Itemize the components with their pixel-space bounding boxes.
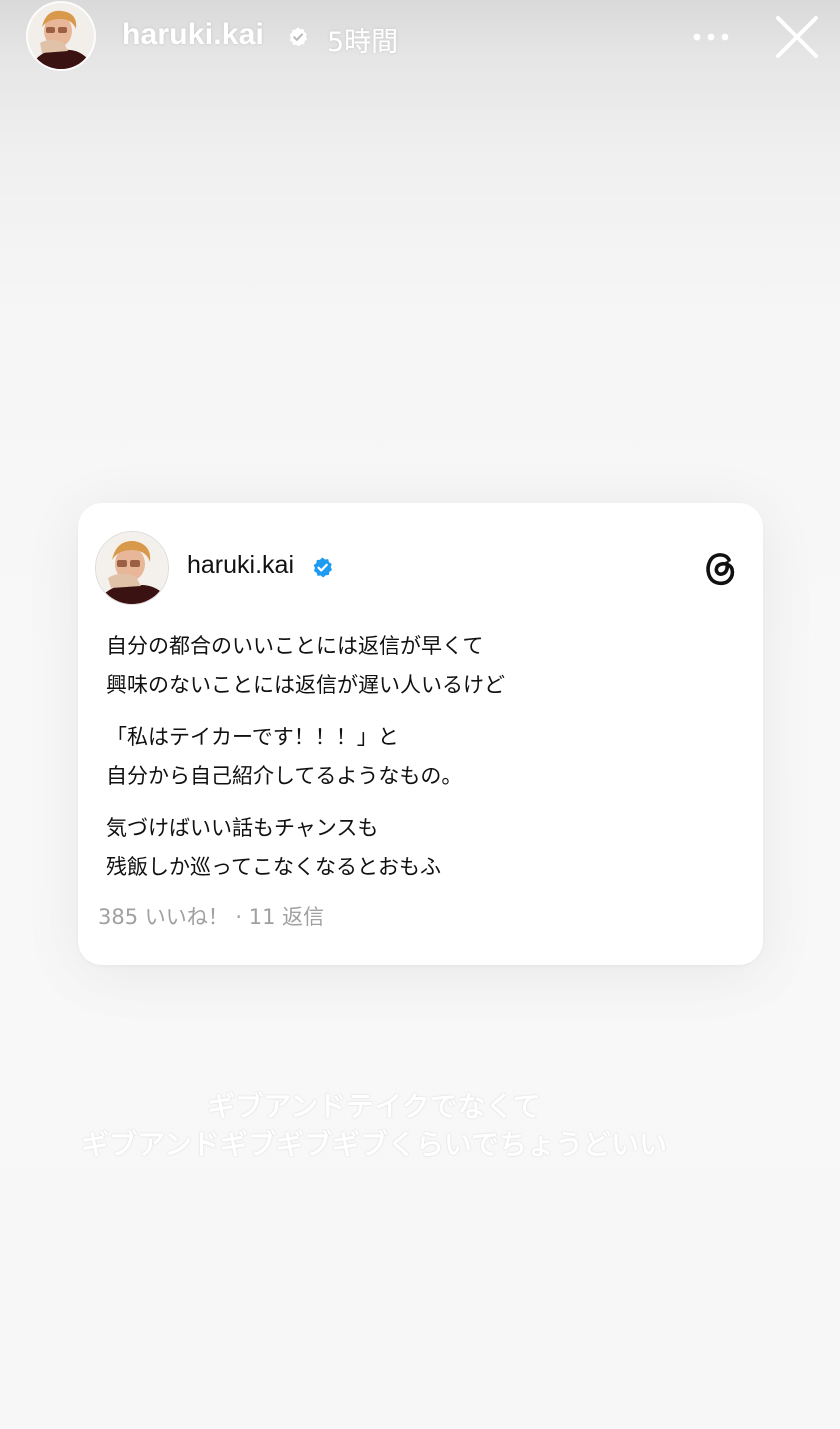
- post-line: 興味のないことには返信が遅い人いるけど: [106, 673, 505, 697]
- threads-logo-icon[interactable]: [702, 547, 740, 589]
- caption-line: ギブアンドテイクでなくて: [207, 1090, 541, 1123]
- post-stats: 385 いいね！ · 11 返信: [98, 905, 325, 929]
- verified-badge-icon: [289, 27, 308, 47]
- post-time-label: 5時間: [327, 27, 399, 58]
- post-author-username[interactable]: haruki.kai: [187, 551, 294, 580]
- post-body: 自分の都合のいいことには返信が早くて 興味のないことには返信が遅い人いるけど 「…: [106, 627, 736, 900]
- profile-avatar[interactable]: [28, 3, 94, 69]
- caption-line: ギブアンドギブギブギブくらいでちょうどいい: [80, 1128, 668, 1161]
- avatar-photo: [28, 3, 94, 69]
- post-paragraph: 自分の都合のいいことには返信が早くて 興味のないことには返信が遅い人いるけど: [106, 627, 736, 705]
- story-view[interactable]: haruki.kai 5時間 haruki.kai 自分の都合のいいことには返信…: [0, 0, 840, 1429]
- post-line: 残飯しか巡ってこなくなるとおもふ: [106, 855, 441, 879]
- avatar-photo: [96, 532, 168, 604]
- story-header: haruki.kai 5時間: [0, 0, 840, 80]
- post-line: 気づけばいい話もチャンスも: [106, 816, 379, 840]
- verified-badge-icon: [313, 557, 332, 578]
- post-author-avatar[interactable]: [95, 531, 169, 605]
- more-dots-icon[interactable]: [688, 20, 734, 54]
- threads-post-card[interactable]: haruki.kai 自分の都合のいいことには返信が早くて 興味のないことには返…: [78, 503, 763, 965]
- post-line: 自分から自己紹介してるようなもの。: [106, 764, 463, 788]
- post-paragraph: 「私はテイカーです！！！」と 自分から自己紹介してるようなもの。: [106, 718, 736, 796]
- post-line: 自分の都合のいいことには返信が早くて: [106, 634, 484, 658]
- username-label[interactable]: haruki.kai: [122, 18, 264, 52]
- close-icon[interactable]: [770, 10, 824, 64]
- story-caption: ギブアンドテイクでなくて ギブアンドギブギブギブくらいでちょうどいい: [0, 1088, 748, 1164]
- post-line: 「私はテイカーです！！！」と: [106, 725, 399, 749]
- post-paragraph: 気づけばいい話もチャンスも 残飯しか巡ってこなくなるとおもふ: [106, 809, 736, 887]
